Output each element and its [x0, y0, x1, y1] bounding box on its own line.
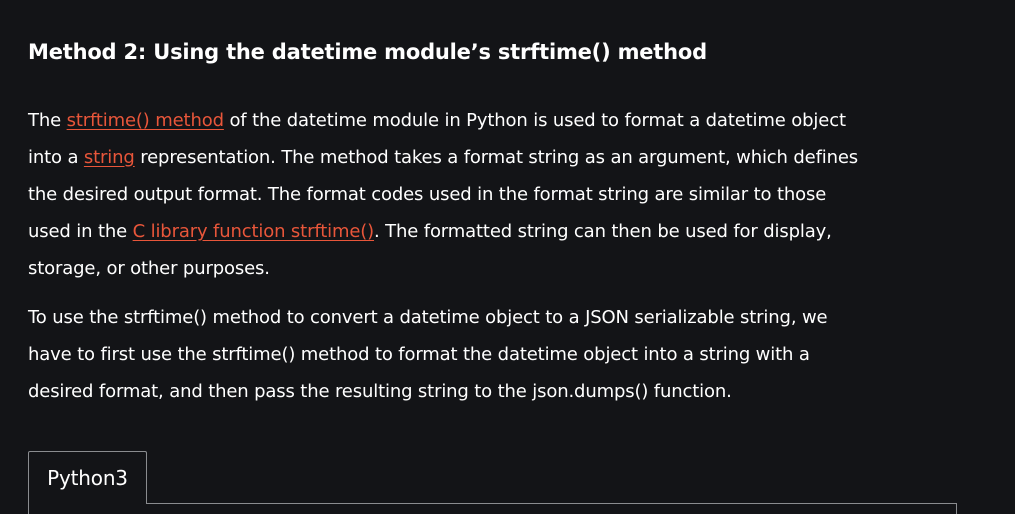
text-segment: into a — [28, 147, 84, 168]
paragraph-line: The strftime() method of the datetime mo… — [28, 102, 973, 139]
paragraph-line: have to first use the strftime() method … — [28, 344, 810, 365]
text-segment: . The formatted string can then be used … — [374, 221, 832, 242]
paragraph-line: into a string representation. The method… — [28, 139, 973, 176]
text-segment: representation. The method takes a forma… — [134, 147, 859, 168]
paragraph-line: desired format, and then pass the result… — [28, 381, 732, 402]
paragraph-line: the desired output format. The format co… — [28, 184, 827, 205]
text-segment: used in the — [28, 221, 133, 242]
section-heading: Method 2: Using the datetime module’s st… — [28, 40, 707, 64]
strftime-method-link[interactable]: strftime() method — [67, 110, 224, 131]
string-link[interactable]: string — [84, 147, 135, 168]
paragraph-strftime-intro: The strftime() method of the datetime mo… — [28, 102, 973, 287]
paragraph-line: storage, or other purposes. — [28, 258, 270, 279]
code-tab-bar: Python3 — [28, 451, 957, 514]
text-segment: The — [28, 110, 67, 131]
text-segment: of the datetime module in Python is used… — [223, 110, 846, 131]
code-panel — [28, 503, 957, 514]
c-library-strftime-link[interactable]: C library function strftime() — [133, 221, 375, 242]
paragraph-line: To use the strftime() method to convert … — [28, 307, 828, 328]
paragraph-json-usage: To use the strftime() method to convert … — [28, 299, 928, 410]
paragraph-line: used in the C library function strftime(… — [28, 213, 973, 250]
tab-python3[interactable]: Python3 — [28, 451, 147, 504]
